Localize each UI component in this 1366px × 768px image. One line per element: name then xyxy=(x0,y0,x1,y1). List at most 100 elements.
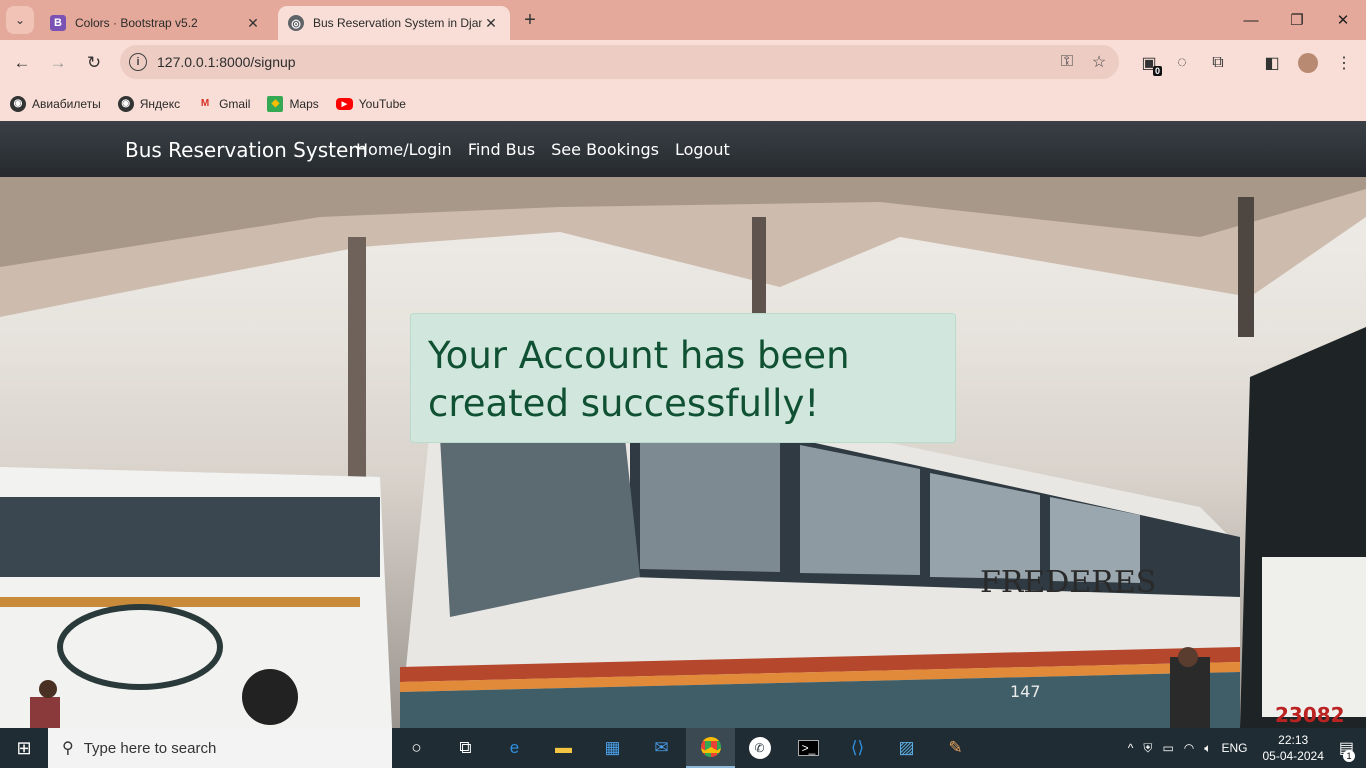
bookmark-youtube[interactable]: ▶ YouTube xyxy=(335,96,406,111)
mail-icon: ✉ xyxy=(654,738,669,757)
more-vertical-icon: ⋮ xyxy=(1336,55,1352,72)
reload-button[interactable]: ↻ xyxy=(80,49,108,77)
whatsapp-icon: ✆ xyxy=(748,737,771,759)
menu-button[interactable]: ⋮ xyxy=(1330,49,1358,77)
tab-title: Bus Reservation System in Djan xyxy=(313,16,482,30)
arrow-left-icon: ← xyxy=(13,53,31,72)
arrow-right-icon: → xyxy=(49,53,67,72)
extension-circle-button[interactable]: ◌ xyxy=(1168,49,1196,77)
nav-logout[interactable]: Logout xyxy=(675,140,730,159)
bookmark-gmail[interactable]: M Gmail xyxy=(197,96,251,112)
cortana-button[interactable]: ○ xyxy=(392,728,441,768)
vscode-button[interactable]: ⟨⟩ xyxy=(833,728,882,768)
bookmark-aviabilety[interactable]: ◉ Авиабилеты xyxy=(10,95,101,112)
extension-button[interactable]: ▣ 0 xyxy=(1135,49,1163,77)
web-page: Bus Reservation System Home/Login Find B… xyxy=(0,121,1366,728)
globe-icon: ◉ xyxy=(10,95,26,112)
bookmarks-bar: ◉ Авиабилеты ◉ Яндекс M Gmail ◆ Maps ▶ Y… xyxy=(0,86,1366,121)
notification-count: 1 xyxy=(1343,750,1355,762)
chevron-up-icon[interactable]: ^ xyxy=(1128,741,1134,755)
close-window-button[interactable]: ✕ xyxy=(1320,0,1366,40)
globe-icon: ◉ xyxy=(117,95,134,112)
site-info-icon[interactable]: i xyxy=(129,53,147,71)
tab-strip: ⌄ B Colors · Bootstrap v5.2 ✕ ◎ Bus Rese… xyxy=(0,0,1366,40)
clock-time: 22:13 xyxy=(1278,733,1309,747)
edge-button[interactable]: e xyxy=(490,728,539,768)
new-tab-button[interactable]: + xyxy=(518,9,542,33)
nav-find-bus[interactable]: Find Bus xyxy=(468,140,535,159)
side-panel-icon: ◧ xyxy=(1264,55,1280,72)
password-key-icon[interactable]: ⚿ xyxy=(1055,50,1079,74)
url-text[interactable]: 127.0.0.1:8000/signup xyxy=(157,54,1055,70)
bookmark-label: Gmail xyxy=(219,96,251,111)
task-view-button[interactable]: ⧉ xyxy=(441,728,490,768)
volume-icon[interactable]: 🔈︎ xyxy=(1204,741,1211,756)
store-icon: ▦ xyxy=(604,738,621,757)
address-bar[interactable]: i 127.0.0.1:8000/signup ⚿ ☆ xyxy=(120,45,1119,79)
bookmark-yandex[interactable]: ◉ Яндекс xyxy=(117,95,181,112)
reload-icon: ↻ xyxy=(86,53,102,72)
code-circle-icon: ◌ xyxy=(1177,54,1187,71)
bookmark-label: YouTube xyxy=(358,96,406,111)
nav-see-bookings[interactable]: See Bookings xyxy=(551,140,659,159)
palette-icon: ✎ xyxy=(948,738,963,757)
mail-button[interactable]: ✉ xyxy=(637,728,686,768)
hero-background-image: FREDERES 147 23082 Your Account has been… xyxy=(0,177,1366,728)
youtube-icon: ▶ xyxy=(335,97,353,110)
minimize-button[interactable]: — xyxy=(1228,0,1274,40)
tab-bootstrap-colors[interactable]: B Colors · Bootstrap v5.2 ✕ xyxy=(40,6,272,40)
windows-logo-icon: ⊞ xyxy=(16,737,32,758)
photos-button[interactable]: ▨ xyxy=(882,728,931,768)
taskbar-search[interactable]: ⚲ Type here to search xyxy=(48,728,392,768)
success-alert: Your Account has been created successful… xyxy=(410,313,956,443)
tab-title: Colors · Bootstrap v5.2 xyxy=(75,16,198,30)
whatsapp-button[interactable]: ✆ xyxy=(735,728,784,768)
security-icon[interactable]: ⛨ xyxy=(1143,741,1152,756)
forward-button[interactable]: → xyxy=(44,49,72,77)
paint-button[interactable]: ✎ xyxy=(931,728,980,768)
site-navbar: Bus Reservation System Home/Login Find B… xyxy=(0,121,1366,177)
clock[interactable]: 22:13 05-04-2024 xyxy=(1262,732,1323,764)
browser-window: ⌄ B Colors · Bootstrap v5.2 ✕ ◎ Bus Rese… xyxy=(0,0,1366,121)
bus-station-photo: FREDERES 147 23082 xyxy=(0,177,1366,728)
tab-search-button[interactable]: ⌄ xyxy=(6,6,34,34)
restore-button[interactable]: ❐ xyxy=(1274,0,1320,40)
circle-icon: ○ xyxy=(411,738,422,757)
bootstrap-icon: B xyxy=(50,15,66,31)
search-placeholder: Type here to search xyxy=(83,739,217,757)
task-view-icon: ⧉ xyxy=(459,738,472,757)
photos-icon: ▨ xyxy=(898,738,915,757)
bus-number: 23082 xyxy=(1275,703,1345,727)
globe-icon: ◎ xyxy=(288,15,304,31)
language-indicator[interactable]: ENG xyxy=(1221,741,1247,755)
battery-icon[interactable]: ▭ xyxy=(1162,741,1173,755)
vscode-icon: ⟨⟩ xyxy=(850,738,865,757)
back-button[interactable]: ← xyxy=(8,49,36,77)
store-button[interactable]: ▦ xyxy=(588,728,637,768)
terminal-button[interactable]: >_ xyxy=(784,728,833,768)
puzzle-icon: ⧉ xyxy=(1212,54,1224,71)
file-explorer-button[interactable]: ▬ xyxy=(539,728,588,768)
close-tab-icon[interactable]: ✕ xyxy=(482,15,500,32)
chevron-down-icon: ⌄ xyxy=(14,13,26,27)
bus-name-text: FREDERES xyxy=(980,565,1156,600)
browser-toolbar: ← → ↻ i 127.0.0.1:8000/signup ⚿ ☆ ▣ 0 ◌ … xyxy=(0,40,1366,86)
bookmark-star-icon[interactable]: ☆ xyxy=(1087,50,1111,74)
tab-bus-reservation[interactable]: ◎ Bus Reservation System in Djan ✕ xyxy=(278,6,510,40)
profile-button[interactable] xyxy=(1294,49,1322,77)
chrome-button[interactable] xyxy=(686,728,735,768)
bookmark-label: Яндекс xyxy=(139,96,181,111)
bookmark-label: Авиабилеты xyxy=(32,96,101,111)
extensions-button[interactable]: ⧉ xyxy=(1204,49,1232,77)
wifi-icon[interactable]: ◠ xyxy=(1184,741,1194,755)
notification-button[interactable]: ▤ 1 xyxy=(1339,738,1355,762)
bus-side-number: 147 xyxy=(1010,682,1041,701)
side-panel-button[interactable]: ◧ xyxy=(1258,49,1286,77)
bookmark-maps[interactable]: ◆ Maps xyxy=(267,95,319,112)
nav-home-login[interactable]: Home/Login xyxy=(356,140,452,159)
avatar xyxy=(1298,53,1318,73)
extension-badge: 0 xyxy=(1152,66,1162,76)
site-brand[interactable]: Bus Reservation System xyxy=(125,138,368,162)
start-button[interactable]: ⊞ xyxy=(0,728,48,768)
close-tab-icon[interactable]: ✕ xyxy=(244,15,262,32)
